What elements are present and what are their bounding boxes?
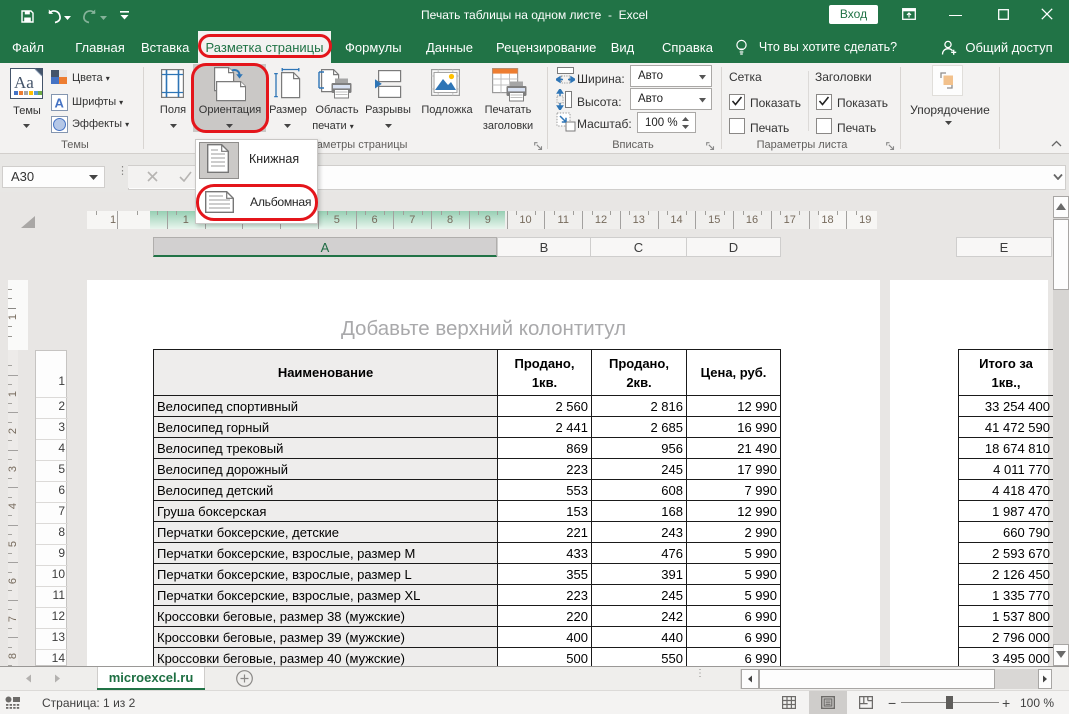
svg-text:Aa: Aa	[14, 73, 34, 92]
svg-text:A: A	[55, 96, 65, 111]
